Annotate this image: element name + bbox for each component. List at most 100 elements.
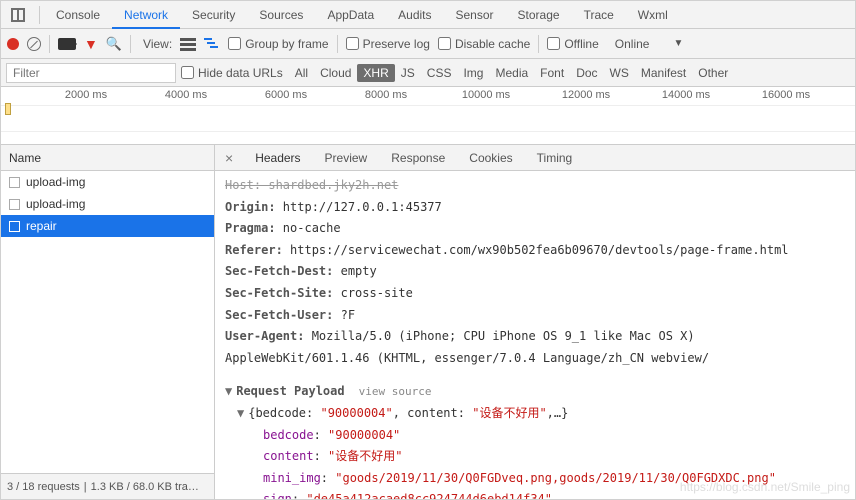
request-row[interactable]: repair xyxy=(1,215,214,237)
screenshot-icon[interactable] xyxy=(58,38,76,50)
filter-type-xhr[interactable]: XHR xyxy=(357,64,394,82)
payload-summary[interactable]: ▼{bedcode: "90000004", content: "设备不好用",… xyxy=(237,403,845,425)
hide-data-urls-checkbox[interactable]: Hide data URLs xyxy=(181,66,283,80)
transfer-size: 1.3 KB / 68.0 KB tra… xyxy=(91,474,199,499)
close-icon[interactable]: × xyxy=(215,150,243,166)
headers-panel: Host: shardbed.jky2h.net Origin: http://… xyxy=(215,171,855,499)
top-tab-trace[interactable]: Trace xyxy=(572,1,626,29)
filter-type-other[interactable]: Other xyxy=(692,64,734,82)
filter-type-css[interactable]: CSS xyxy=(421,64,458,82)
payload-value: "goods/2019/11/30/Q0FGDveq.png,goods/201… xyxy=(335,471,776,485)
dock-icon[interactable] xyxy=(11,8,25,22)
payload-key: sign xyxy=(263,492,292,499)
payload-key: bedcode xyxy=(263,428,314,442)
divider xyxy=(49,35,50,53)
view-source-link[interactable]: view source xyxy=(359,385,432,398)
request-row[interactable]: upload-img xyxy=(1,171,214,193)
timeline-tick: 6000 ms xyxy=(265,89,307,101)
header-key: Sec-Fetch-Dest: xyxy=(225,264,333,278)
header-key: Sec-Fetch-User: xyxy=(225,308,333,322)
details-tab-headers[interactable]: Headers xyxy=(243,145,312,171)
header-line: Pragma: no-cache xyxy=(225,218,845,240)
top-tab-sensor[interactable]: Sensor xyxy=(444,1,506,29)
large-rows-icon[interactable] xyxy=(180,37,196,51)
timeline-overview[interactable]: 2000 ms4000 ms6000 ms8000 ms10000 ms1200… xyxy=(1,87,855,145)
requests-count: 3 / 18 requests xyxy=(7,474,80,499)
timeline-grid xyxy=(1,131,855,132)
top-tab-security[interactable]: Security xyxy=(180,1,247,29)
disable-cache-label: Disable cache xyxy=(455,37,530,51)
throttling-select[interactable]: Online ▼ xyxy=(615,37,684,51)
waterfall-icon[interactable] xyxy=(204,37,220,51)
filter-type-all[interactable]: All xyxy=(289,64,314,82)
header-value: ?F xyxy=(333,308,355,322)
group-by-frame-label: Group by frame xyxy=(245,37,328,51)
offline-label: Offline xyxy=(564,37,598,51)
disable-cache-checkbox[interactable]: Disable cache xyxy=(438,37,530,51)
preserve-log-label: Preserve log xyxy=(363,37,430,51)
filter-type-js[interactable]: JS xyxy=(395,64,421,82)
preserve-log-checkbox[interactable]: Preserve log xyxy=(346,37,430,51)
filter-type-media[interactable]: Media xyxy=(489,64,534,82)
top-tab-audits[interactable]: Audits xyxy=(386,1,443,29)
top-tab-appdata[interactable]: AppData xyxy=(315,1,386,29)
filter-type-manifest[interactable]: Manifest xyxy=(635,64,692,82)
details-tab-timing[interactable]: Timing xyxy=(525,145,585,171)
request-details: × HeadersPreviewResponseCookiesTiming Ho… xyxy=(215,145,855,499)
header-line: Sec-Fetch-Dest: empty xyxy=(225,261,845,283)
divider xyxy=(39,6,40,24)
header-key: User-Agent: xyxy=(225,329,304,343)
timeline-tick: 14000 ms xyxy=(662,89,710,101)
top-tab-sources[interactable]: Sources xyxy=(247,1,315,29)
header-key: Origin: xyxy=(225,200,276,214)
divider xyxy=(538,35,539,53)
timeline-cursor[interactable] xyxy=(5,103,11,115)
view-label: View: xyxy=(143,37,172,51)
section-title: Request Payload xyxy=(236,384,344,398)
filter-type-cloud[interactable]: Cloud xyxy=(314,64,357,82)
timeline-grid xyxy=(1,105,855,106)
header-line: Sec-Fetch-User: ?F xyxy=(225,305,845,327)
header-value: empty xyxy=(333,264,376,278)
file-icon xyxy=(9,221,20,232)
request-row[interactable]: upload-img xyxy=(1,193,214,215)
timeline-tick: 4000 ms xyxy=(165,89,207,101)
divider xyxy=(130,35,131,53)
name-column-header[interactable]: Name xyxy=(1,145,214,171)
top-tab-wxml[interactable]: Wxml xyxy=(626,1,680,29)
header-line: User-Agent: Mozilla/5.0 (iPhone; CPU iPh… xyxy=(225,326,845,369)
top-tab-network[interactable]: Network xyxy=(112,1,180,29)
search-icon[interactable]: 🔍 xyxy=(106,36,122,52)
filter-input[interactable] xyxy=(6,63,176,83)
filter-type-img[interactable]: Img xyxy=(457,64,489,82)
record-icon[interactable] xyxy=(7,38,19,50)
header-line: Referer: https://servicewechat.com/wx90b… xyxy=(225,240,845,262)
throttling-label: Online xyxy=(615,37,650,51)
filter-type-doc[interactable]: Doc xyxy=(570,64,603,82)
header-line: Origin: http://127.0.0.1:45377 xyxy=(225,197,845,219)
devtools-top-tabs: ConsoleNetworkSecuritySourcesAppDataAudi… xyxy=(1,1,855,29)
payload-field: bedcode: "90000004" xyxy=(237,425,845,447)
timeline-tick: 12000 ms xyxy=(562,89,610,101)
clear-icon[interactable] xyxy=(27,37,41,51)
top-tab-storage[interactable]: Storage xyxy=(506,1,572,29)
payload-key: content xyxy=(263,449,314,463)
details-tab-response[interactable]: Response xyxy=(379,145,457,171)
header-value: no-cache xyxy=(276,221,341,235)
header-value: cross-site xyxy=(333,286,412,300)
filter-type-font[interactable]: Font xyxy=(534,64,570,82)
top-tab-console[interactable]: Console xyxy=(44,1,112,29)
details-tab-preview[interactable]: Preview xyxy=(313,145,380,171)
payload-value: "设备不好用" xyxy=(328,449,402,463)
group-by-frame-checkbox[interactable]: Group by frame xyxy=(228,37,328,51)
chevron-down-icon[interactable]: ▼ xyxy=(225,384,232,398)
filter-icon[interactable]: ▼ xyxy=(84,36,98,52)
header-key: Referer: xyxy=(225,243,283,257)
timeline-tick: 10000 ms xyxy=(462,89,510,101)
filter-type-ws[interactable]: WS xyxy=(604,64,635,82)
payload-field: mini_img: "goods/2019/11/30/Q0FGDveq.png… xyxy=(237,468,845,490)
chevron-down-icon: ▼ xyxy=(673,38,683,49)
details-tab-cookies[interactable]: Cookies xyxy=(457,145,524,171)
offline-checkbox[interactable]: Offline xyxy=(547,37,598,51)
chevron-down-icon: ▼ xyxy=(237,406,244,420)
